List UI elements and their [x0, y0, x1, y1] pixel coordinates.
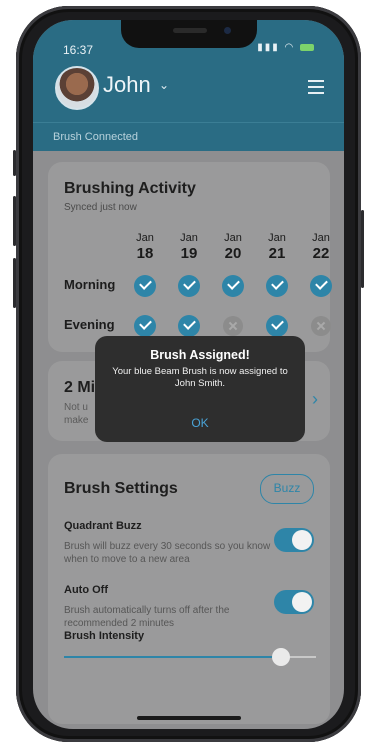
chevron-right-icon[interactable]: › [312, 389, 318, 410]
mute-switch [13, 150, 16, 176]
evening-label: Evening [64, 317, 115, 332]
missed-icon [223, 316, 243, 336]
intensity-slider-handle[interactable] [272, 648, 290, 666]
signal-icon: ▮▮▮ [257, 42, 280, 53]
quadrant-buzz-description: Brush will buzz every 30 seconds so you … [64, 541, 271, 565]
phone-screen: 16:37 ▮▮▮ ◠ John ⌄ Brush Connected Brush… [33, 20, 344, 729]
connection-bar: Brush Connected [33, 122, 344, 151]
morning-label: Morning [64, 277, 116, 292]
speaker [173, 28, 207, 33]
quadrant-buzz-label: Quadrant Buzz [64, 520, 142, 532]
notch [121, 20, 257, 48]
wifi-icon: ◠ [284, 42, 296, 53]
check-icon [266, 315, 288, 337]
day-column: Jan 21 [268, 232, 286, 262]
day-column: Jan 18 [136, 232, 154, 262]
side-button [361, 210, 364, 288]
missed-icon [311, 316, 331, 336]
camera [224, 27, 231, 34]
status-time: 16:37 [63, 43, 94, 57]
check-icon [134, 275, 156, 297]
auto-off-toggle[interactable] [274, 590, 314, 614]
check-icon [178, 275, 200, 297]
user-name[interactable]: John [103, 72, 151, 98]
brush-intensity-label: Brush Intensity [64, 630, 145, 642]
check-icon [310, 275, 332, 297]
settings-title: Brush Settings [64, 480, 178, 497]
auto-off-label: Auto Off [64, 584, 108, 596]
check-icon [178, 315, 200, 337]
status-icons: ▮▮▮ ◠ [257, 42, 314, 53]
volume-up-button [13, 196, 16, 246]
day-column: Jan 19 [180, 232, 198, 262]
dialog-title: Brush Assigned! [150, 348, 250, 362]
day-column: Jan 22 [312, 232, 330, 262]
avatar[interactable] [55, 66, 99, 110]
activity-title: Brushing Activity [64, 180, 196, 197]
chevron-down-icon[interactable]: ⌄ [159, 78, 169, 92]
brushing-activity-card: Brushing Activity Synced just now Jan 18 … [48, 162, 332, 352]
volume-down-button [13, 258, 16, 308]
check-icon [134, 315, 156, 337]
two-minute-title: 2 Mi [64, 379, 96, 396]
ok-button[interactable]: OK [95, 416, 305, 430]
check-icon [266, 275, 288, 297]
auto-off-description: Brush automatically turns off after the … [64, 605, 230, 629]
check-icon [222, 275, 244, 297]
buzz-button[interactable]: Buzz [260, 474, 314, 504]
brush-assigned-dialog: Brush Assigned! Your blue Beam Brush is … [95, 336, 305, 442]
connection-status: Brush Connected [53, 131, 138, 143]
quadrant-buzz-toggle[interactable] [274, 528, 314, 552]
battery-icon [300, 43, 314, 51]
brush-settings-card: Brush Settings Buzz Quadrant Buzz Brush … [48, 454, 330, 724]
day-column: Jan 20 [224, 232, 242, 262]
activity-subtitle: Synced just now [64, 202, 137, 213]
menu-icon[interactable] [308, 80, 324, 98]
home-indicator[interactable] [137, 716, 241, 720]
dialog-message: Your blue Beam Brush is now assigned to … [112, 366, 288, 389]
